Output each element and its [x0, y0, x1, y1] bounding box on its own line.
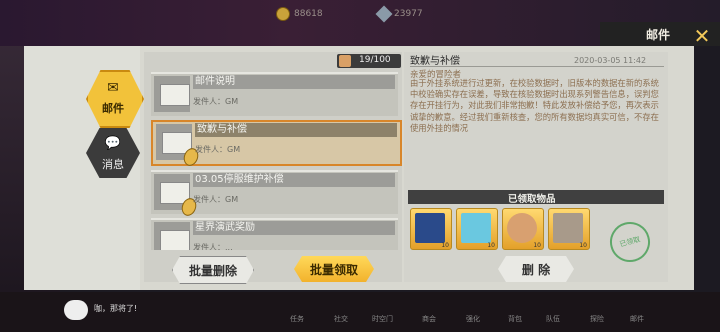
- reward-item[interactable]: 10: [410, 208, 452, 250]
- attachments-header-label: 已领取物品: [508, 194, 556, 205]
- nav-item[interactable]: 队伍: [546, 314, 560, 324]
- panel-title: 邮件: [646, 28, 671, 42]
- chat-preview[interactable]: 咖，那将了!: [94, 303, 137, 314]
- card-icon: [415, 213, 445, 243]
- nav-item[interactable]: 强化: [466, 314, 480, 324]
- envelope-icon: [160, 230, 190, 250]
- nav-item[interactable]: 商会: [422, 314, 436, 324]
- mail-item-selected[interactable]: 致歉与补偿 发件人：GM: [151, 120, 402, 168]
- delete-button[interactable]: 删 除: [498, 256, 574, 282]
- envelope-icon: [160, 84, 190, 106]
- nav-item[interactable]: 时空门: [372, 314, 393, 324]
- mail-item[interactable]: 星界演武奖励 发件人：...: [151, 218, 398, 250]
- reward-item[interactable]: 10: [502, 208, 544, 250]
- nav-item[interactable]: 任务: [290, 314, 304, 324]
- chat-icon: 💬: [104, 136, 122, 151]
- reward-item[interactable]: 10: [548, 208, 590, 250]
- batch-delete-button[interactable]: 批量删除: [172, 256, 254, 284]
- envelope-icon: [339, 55, 351, 67]
- divider: [410, 66, 664, 67]
- close-icon[interactable]: ✕: [692, 26, 712, 46]
- nav-item[interactable]: 背包: [508, 314, 522, 324]
- mail-counter: 19/100: [337, 54, 401, 68]
- tab-mail[interactable]: ✉ 邮件: [86, 70, 144, 128]
- gold-currency: 88618: [276, 6, 323, 22]
- detail-body: 由于外挂系统进行过更新，在校验数据时，旧版本的数据在新的系统中校验确实存在误差，…: [410, 78, 659, 133]
- ore-icon: [553, 213, 583, 243]
- gem-icon: [375, 5, 393, 23]
- nav-item[interactable]: 邮件: [630, 314, 644, 324]
- detail-date: 2020-03-05 11:42: [574, 56, 647, 65]
- chat-icon[interactable]: [64, 300, 88, 320]
- tab-message[interactable]: 💬 消息: [86, 128, 140, 178]
- nav-item[interactable]: 社交: [334, 314, 348, 324]
- reward-item[interactable]: 10: [456, 208, 498, 250]
- detail-title: 致歉与补偿: [410, 56, 460, 67]
- mail-item[interactable]: 邮件说明 发件人：GM: [151, 72, 398, 116]
- gem-currency: 23977: [375, 5, 423, 23]
- mail-item[interactable]: 03.05停服维护补偿 发件人：GM: [151, 170, 398, 218]
- gold-coin-icon: [276, 7, 290, 21]
- orb-icon: [507, 213, 537, 243]
- batch-claim-button[interactable]: 批量领取: [294, 256, 374, 282]
- crystal-icon: [461, 213, 491, 243]
- mail-icon: ✉: [107, 80, 119, 96]
- nav-item[interactable]: 探险: [590, 314, 604, 324]
